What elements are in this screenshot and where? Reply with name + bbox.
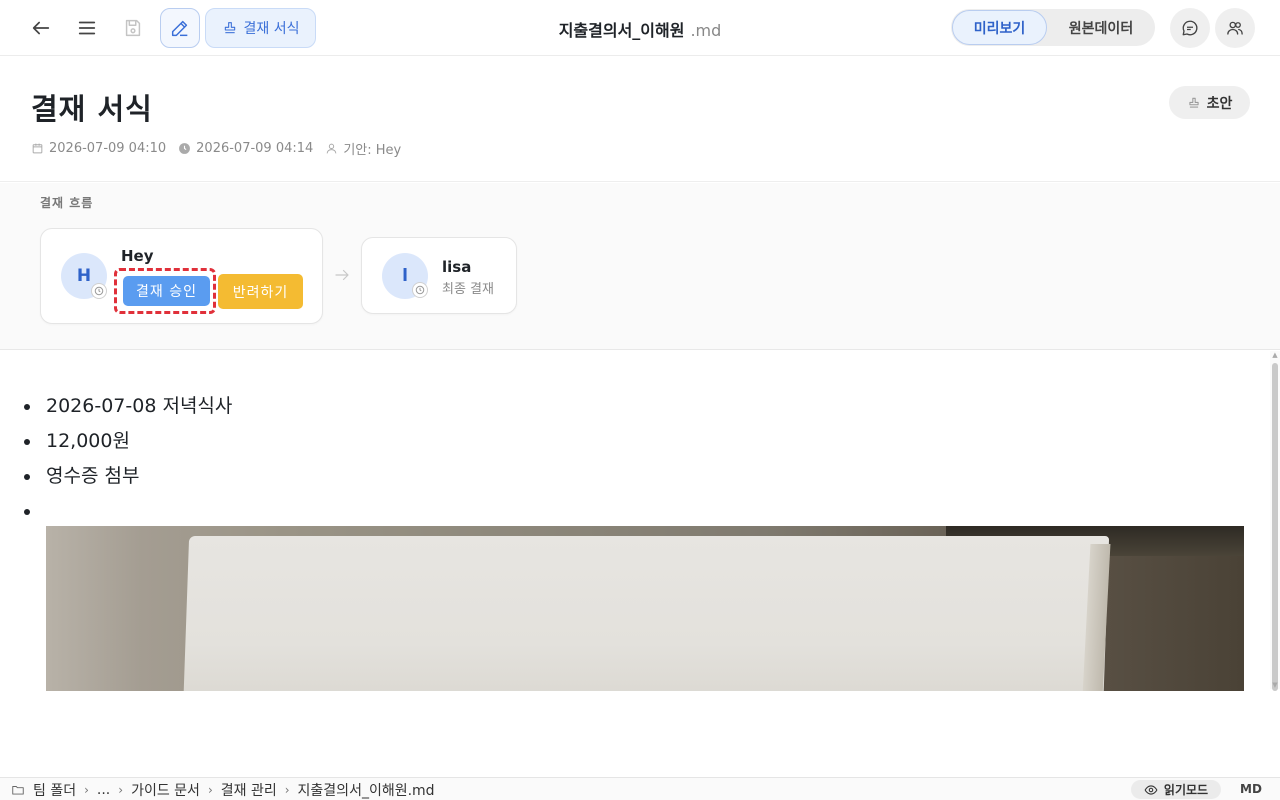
view-toggle: 미리보기 원본데이터 [951, 9, 1155, 46]
approval-form-label: 결재 서식 [243, 21, 300, 37]
chat-icon [1182, 20, 1198, 36]
folder-icon [12, 786, 24, 795]
preview-tab[interactable]: 미리보기 [952, 10, 1047, 45]
approver-role: 최종 결재 [442, 282, 494, 297]
document-header: 결재 서식 초안 2026-07-09 04:10 2026-07-09 04:… [0, 56, 1280, 182]
reject-button[interactable]: 반려하기 [218, 274, 303, 309]
modified-date: 2026-07-09 04:14 [178, 141, 313, 156]
approver-card: H Hey 결재 승인 반려하기 [40, 228, 323, 324]
approval-flow-label: 결재 흐름 [40, 196, 94, 210]
scroll-down-icon[interactable]: ▼ [1271, 681, 1279, 689]
approve-highlight: 결재 승인 [114, 268, 216, 314]
receipt-image [46, 526, 1244, 691]
pending-badge [412, 282, 428, 298]
clock-icon [179, 143, 191, 154]
drafter: 기안: Hey [325, 139, 401, 158]
list-item [20, 494, 232, 529]
clock-icon [94, 286, 104, 296]
breadcrumb-item[interactable]: 팀 폴더 [33, 780, 76, 800]
clock-icon [415, 285, 425, 295]
breadcrumb-item[interactable]: 결재 관리 [221, 780, 277, 800]
status-bar: 팀 폴더 › ... › 가이드 문서 › 결재 관리 › 지출결의서_이해원.… [0, 777, 1280, 800]
pending-badge [91, 283, 107, 299]
drafter-value: 기안: Hey [343, 143, 402, 158]
pencil-icon [171, 20, 188, 37]
page-title: 결재 서식 [31, 92, 153, 126]
breadcrumb-item[interactable]: 지출결의서_이해원.md [298, 780, 435, 800]
eye-icon [1144, 784, 1158, 795]
approval-form-button[interactable]: 결재 서식 [205, 8, 316, 48]
arrow-left-icon [32, 21, 50, 35]
save-button[interactable] [113, 8, 153, 48]
reading-mode-button[interactable]: 읽기모드 [1131, 780, 1221, 799]
collaborators-button[interactable] [1215, 8, 1255, 48]
approve-button[interactable]: 결재 승인 [123, 276, 210, 306]
breadcrumb-item[interactable]: 가이드 문서 [131, 780, 200, 800]
approver-name: lisa [442, 258, 472, 276]
back-button[interactable] [21, 8, 61, 48]
document-name: 지출결의서_이해원 [558, 21, 685, 40]
menu-button[interactable] [67, 8, 107, 48]
content-scrollbar[interactable]: ▲ ▼ [1270, 351, 1280, 691]
top-toolbar: 결재 서식 지출결의서_이해원 .md 미리보기 원본데이터 [0, 0, 1280, 56]
users-icon [1227, 21, 1243, 35]
scroll-up-icon[interactable]: ▲ [1271, 351, 1279, 359]
breadcrumb: 팀 폴더 › ... › 가이드 문서 › 결재 관리 › 지출결의서_이해원.… [11, 780, 435, 800]
person-icon [326, 143, 337, 154]
format-badge: MD [1240, 782, 1262, 796]
scrollbar-thumb[interactable] [1272, 363, 1278, 691]
draft-status-label: 초안 [1206, 95, 1233, 112]
chevron-right-icon: › [118, 783, 124, 797]
document-extension: .md [690, 21, 722, 40]
hamburger-icon [78, 21, 96, 35]
calendar-icon [32, 143, 43, 154]
modified-date-value: 2026-07-09 04:14 [196, 141, 314, 156]
approval-flow: 결재 흐름 H Hey 결재 승인 반려하기 l lisa 최종 결재 [0, 183, 1280, 350]
edit-button[interactable] [160, 8, 200, 48]
save-icon [125, 19, 141, 37]
chevron-right-icon: › [207, 783, 213, 797]
created-date-value: 2026-07-09 04:10 [49, 141, 167, 156]
arrow-right-icon [335, 269, 349, 281]
list-item: 영수증 첨부 [20, 459, 232, 494]
draft-status-button[interactable]: 초안 [1169, 86, 1250, 119]
document-content: 2026-07-08 저녁식사 12,000원 영수증 첨부 [0, 351, 1270, 777]
expense-list: 2026-07-08 저녁식사 12,000원 영수증 첨부 [20, 389, 232, 529]
reading-mode-label: 읽기모드 [1163, 783, 1209, 797]
created-date: 2026-07-09 04:10 [31, 141, 166, 156]
chevron-right-icon: › [84, 783, 89, 797]
approver-card: l lisa 최종 결재 [361, 237, 517, 314]
list-item: 2026-07-08 저녁식사 [20, 389, 232, 424]
approver-name: Hey [121, 247, 154, 265]
stamp-icon [1189, 97, 1199, 108]
comments-button[interactable] [1170, 8, 1210, 48]
document-meta: 2026-07-09 04:10 2026-07-09 04:14 기안: He… [31, 139, 413, 158]
stamp-icon [224, 22, 235, 34]
chevron-right-icon: › [284, 783, 290, 797]
breadcrumb-item[interactable]: ... [97, 782, 110, 798]
list-item: 12,000원 [20, 424, 232, 459]
raw-data-tab[interactable]: 원본데이터 [1048, 10, 1154, 45]
